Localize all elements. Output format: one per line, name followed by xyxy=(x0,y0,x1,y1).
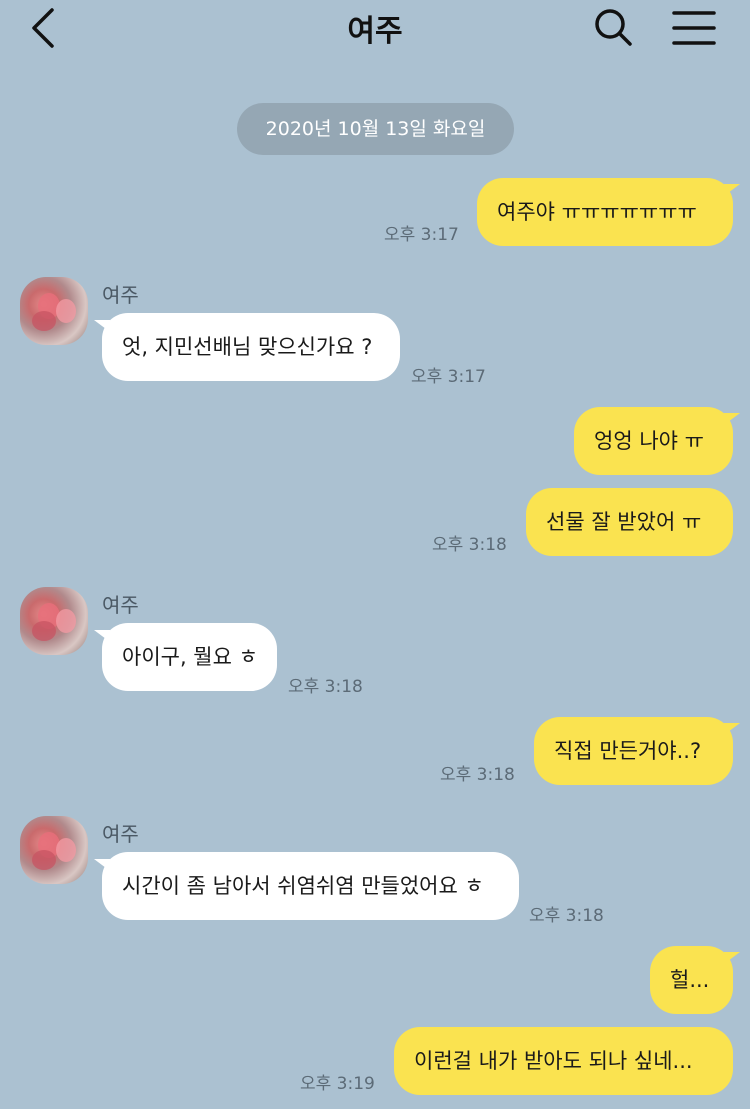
avatar[interactable] xyxy=(20,277,88,345)
message-time: 오후 3:19 xyxy=(300,1074,375,1094)
avatar[interactable] xyxy=(20,587,88,655)
message-bubble[interactable]: 선물 잘 받았어 ㅠ xyxy=(526,488,733,556)
sender-name: 여주 xyxy=(102,822,139,846)
message-time: 오후 3:18 xyxy=(288,677,363,697)
message-bubble[interactable]: 엉엉 나야 ㅠ xyxy=(574,407,733,475)
message-time: 오후 3:18 xyxy=(529,906,604,926)
message-bubble[interactable]: 헐... xyxy=(650,946,733,1014)
bubble-tail xyxy=(724,723,740,735)
bubble-tail xyxy=(724,952,740,964)
message-bubble[interactable]: 아이구, 뭘요 ㅎ xyxy=(102,623,277,691)
message-time: 오후 3:17 xyxy=(411,367,486,387)
date-divider: 2020년 10월 13일 화요일 xyxy=(237,103,514,155)
search-icon xyxy=(595,9,632,46)
chat-title: 여주 xyxy=(347,14,403,49)
search-button[interactable] xyxy=(592,6,636,50)
message-bubble[interactable]: 엇, 지민선배님 맞으신가요 ? xyxy=(102,313,400,381)
hamburger-menu-icon xyxy=(672,11,716,45)
message-time: 오후 3:17 xyxy=(384,225,459,245)
message-time: 오후 3:18 xyxy=(440,765,515,785)
chat-header: 여주 xyxy=(0,0,750,56)
message-bubble[interactable]: 이런걸 내가 받아도 되나 싶네... xyxy=(394,1027,733,1095)
bubble-tail xyxy=(724,184,740,196)
sender-name: 여주 xyxy=(102,593,139,617)
sender-name: 여주 xyxy=(102,283,139,307)
bubble-tail xyxy=(724,413,740,425)
message-bubble[interactable]: 직접 만든거야..? xyxy=(534,717,733,785)
avatar[interactable] xyxy=(20,816,88,884)
message-bubble[interactable]: 시간이 좀 남아서 쉬염쉬염 만들었어요 ㅎ xyxy=(102,852,519,920)
message-time: 오후 3:18 xyxy=(432,535,507,555)
menu-button[interactable] xyxy=(668,6,720,50)
message-bubble[interactable]: 여주야 ㅠㅠㅠㅠㅠㅠㅠ xyxy=(477,178,733,246)
